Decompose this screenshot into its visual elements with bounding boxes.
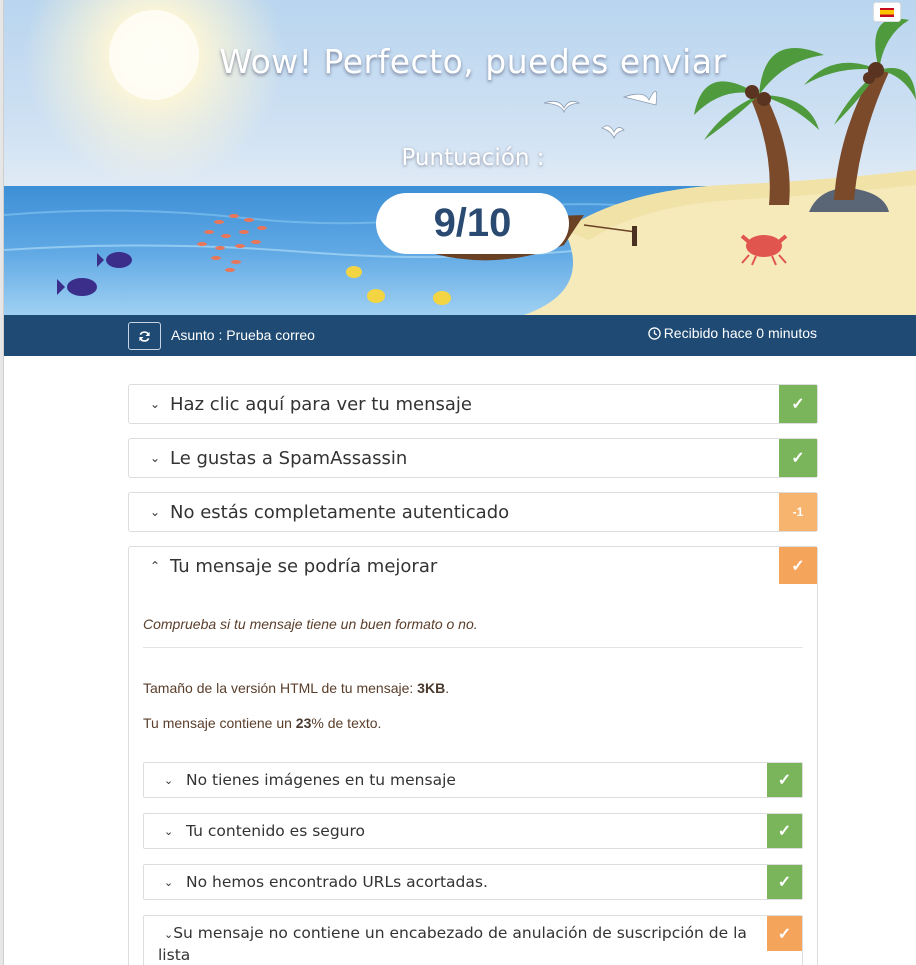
- check-icon: ✓: [779, 439, 817, 477]
- panel-improve-message[interactable]: ⌃ Tu mensaje se podría mejorar ✓: [128, 546, 818, 586]
- language-selector[interactable]: [873, 2, 901, 22]
- check-icon: ✓: [767, 865, 802, 899]
- check-no-images[interactable]: ⌄ No tienes imágenes en tu mensaje ✓: [143, 762, 803, 798]
- received-text: Recibido hace 0 minutos: [663, 325, 817, 341]
- hero-title: Wow! Perfecto, puedes enviar: [219, 42, 727, 81]
- check-title: No hemos encontrado URLs acortadas.: [186, 873, 488, 891]
- check-title: Su mensaje no contiene un encabezado de …: [158, 924, 747, 964]
- panel-title: Tu mensaje se podría mejorar: [170, 555, 438, 577]
- panel-authentication[interactable]: ⌄ No estás completamente autenticado -1: [128, 492, 818, 532]
- chevron-down-icon: ⌄: [164, 875, 174, 889]
- score-value: 9/10: [376, 193, 569, 254]
- score-label: Puntuación :: [401, 145, 545, 171]
- chevron-down-icon: ⌄: [164, 928, 174, 941]
- check-icon: ✓: [767, 916, 802, 951]
- html-size-value: 3KB: [417, 680, 446, 696]
- text-percent-label: Tu mensaje contiene un: [143, 715, 296, 731]
- html-size-label: Tamaño de la versión HTML de tu mensaje:: [143, 680, 418, 696]
- seagulls: [543, 90, 658, 140]
- panel-spamassassin[interactable]: ⌄ Le gustas a SpamAssassin ✓: [128, 438, 818, 478]
- refresh-icon: [139, 330, 150, 342]
- text-percent-value: 23: [295, 715, 312, 731]
- check-icon: ✓: [767, 763, 802, 797]
- panel-title: No estás completamente autenticado: [170, 501, 510, 523]
- chevron-down-icon: ⌄: [150, 505, 161, 519]
- check-safe-content[interactable]: ⌄ Tu contenido es seguro ✓: [143, 813, 803, 849]
- clock-icon: [647, 326, 661, 340]
- check-title: No tienes imágenes en tu mensaje: [186, 771, 456, 789]
- divider: [143, 647, 803, 648]
- received-time: Recibido hace 0 minutos: [647, 325, 817, 341]
- subject-text: Asunto : Prueba correo: [171, 327, 315, 343]
- text-percent-suffix: % de texto.: [311, 715, 382, 731]
- chevron-down-icon: ⌄: [164, 773, 174, 787]
- check-icon: ✓: [779, 385, 817, 423]
- panel-view-message[interactable]: ⌄ Haz clic aquí para ver tu mensaje ✓: [128, 384, 818, 424]
- html-size-suffix: .: [445, 680, 450, 696]
- spain-flag-icon: [880, 7, 894, 17]
- check-icon: ✓: [779, 547, 817, 585]
- message-info-bar: Asunto : Prueba correo Recibido hace 0 m…: [4, 315, 916, 356]
- chevron-down-icon: ⌄: [164, 824, 174, 838]
- chevron-down-icon: ⌄: [150, 451, 161, 465]
- panel-title: Le gustas a SpamAssassin: [170, 447, 408, 469]
- format-intro: Comprueba si tu mensaje tiene un buen fo…: [143, 616, 478, 632]
- penalty-badge: -1: [779, 493, 817, 531]
- panel-title: Haz clic aquí para ver tu mensaje: [170, 393, 472, 415]
- check-icon: ✓: [767, 814, 802, 848]
- html-size-line: Tamaño de la versión HTML de tu mensaje:…: [143, 680, 449, 696]
- hero-banner: Wow! Perfecto, puedes enviar Puntuación …: [4, 0, 916, 315]
- check-list-unsubscribe[interactable]: ⌄Su mensaje no contiene un encabezado de…: [143, 915, 803, 965]
- check-title: Tu contenido es seguro: [186, 822, 366, 840]
- check-short-urls[interactable]: ⌄ No hemos encontrado URLs acortadas. ✓: [143, 864, 803, 900]
- chevron-up-icon: ⌃: [150, 559, 161, 573]
- refresh-button[interactable]: [128, 322, 161, 350]
- chevron-down-icon: ⌄: [150, 397, 161, 411]
- text-percent-line: Tu mensaje contiene un 23% de texto.: [143, 715, 381, 731]
